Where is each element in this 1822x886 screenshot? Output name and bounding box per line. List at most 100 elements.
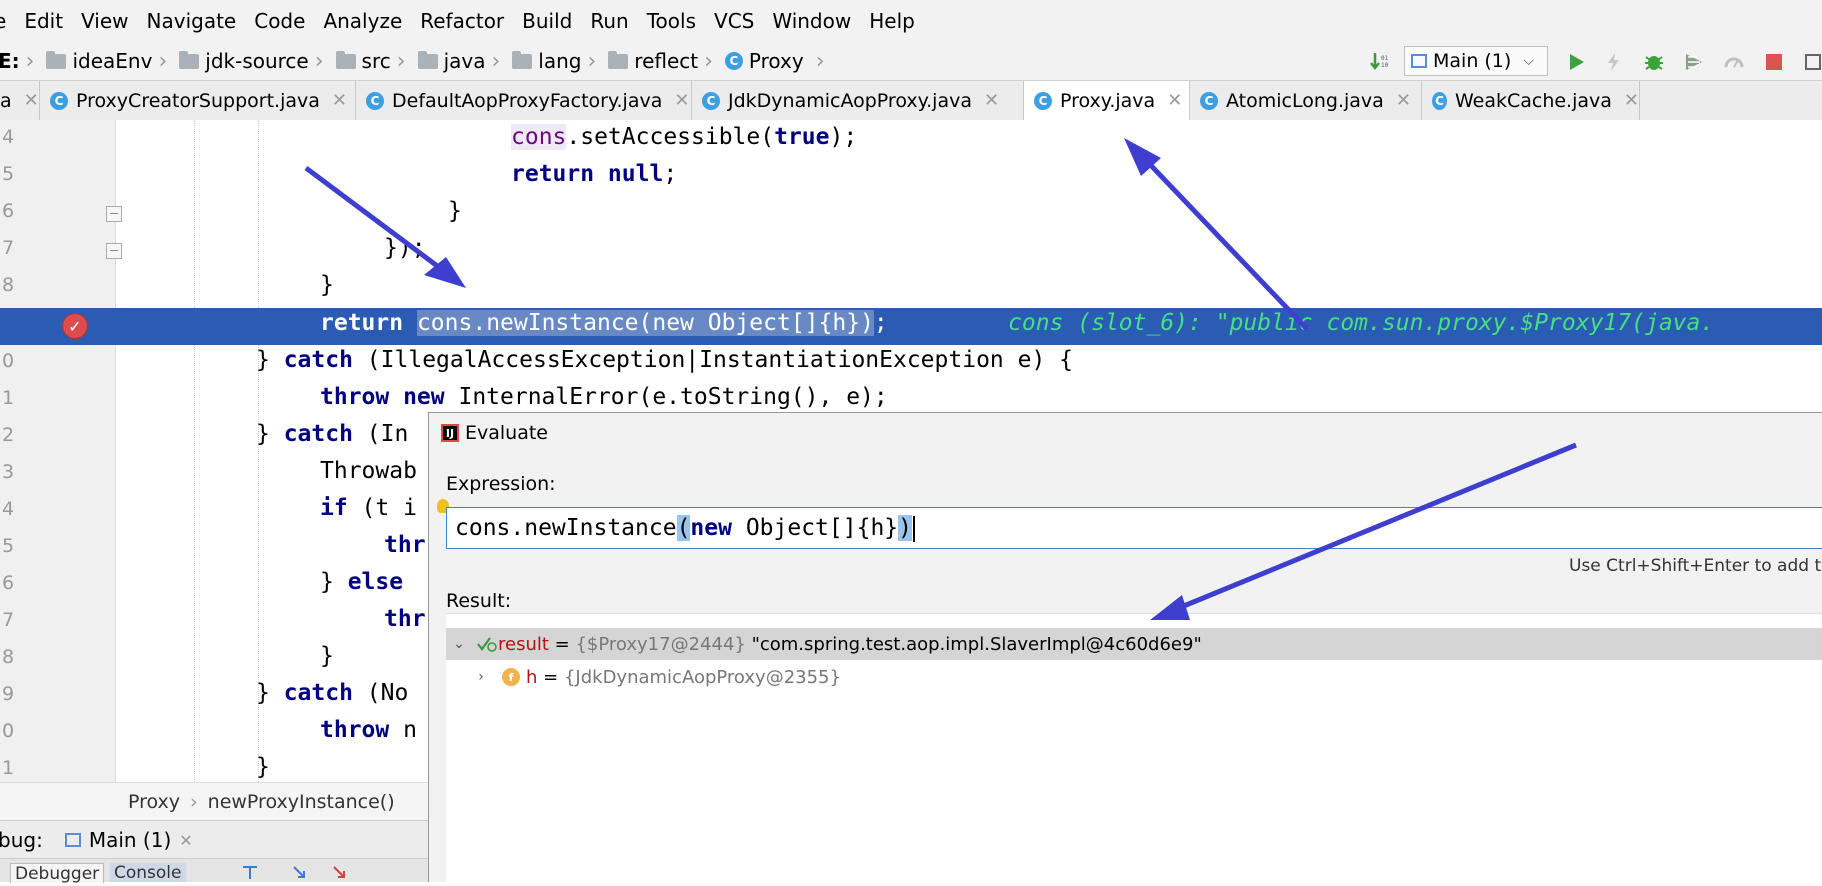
close-icon[interactable]: ✕ — [179, 831, 192, 850]
tab-jdk-dynamic-aop-proxy[interactable]: C JdkDynamicAopProxy.java ✕ — [692, 81, 1024, 120]
code-line: if (t i — [320, 495, 417, 521]
result-row[interactable]: ⌄ result = {$Proxy17@2444} "com.spring.t… — [446, 628, 1822, 660]
result-tree[interactable]: ⌄ result = {$Proxy17@2444} "com.spring.t… — [446, 613, 1822, 883]
tab-atomic-long[interactable]: C AtomicLong.java ✕ — [1190, 81, 1422, 120]
tab-weak-cache[interactable]: C WeakCache.java ✕ — [1422, 81, 1640, 120]
debug-session-label: Main (1) — [88, 828, 172, 852]
lightning-icon[interactable] — [1602, 50, 1626, 74]
code-line: } catch (IllegalAccessException|Instanti… — [256, 347, 1074, 373]
line-number: 1 — [2, 757, 15, 779]
tab-debugger[interactable]: Debugger — [10, 863, 105, 883]
field-icon: f — [502, 668, 520, 686]
debug-icon[interactable] — [1642, 50, 1666, 74]
breadcrumb-item[interactable]: lang — [538, 49, 581, 73]
line-number: 6 — [2, 572, 15, 594]
menu-run[interactable]: Run — [581, 9, 637, 33]
menu-tools[interactable]: Tools — [638, 9, 705, 33]
step-over-icon[interactable]: 01 10 — [1368, 50, 1392, 74]
code-line: }); — [384, 235, 426, 261]
force-step-into-icon[interactable] — [330, 863, 350, 882]
profile-icon[interactable] — [1722, 50, 1746, 74]
run-config-icon — [64, 833, 81, 847]
breadcrumb-item[interactable]: java — [444, 49, 486, 73]
evaluate-dialog: IJ Evaluate Expression: cons.newInstance… — [428, 412, 1822, 883]
close-icon[interactable]: ✕ — [24, 90, 39, 111]
breadcrumb-method[interactable]: newProxyInstance() — [208, 791, 395, 813]
breadcrumb-drive[interactable]: E: — [0, 49, 20, 73]
tab-default-aop-proxy-factory[interactable]: C DefaultAopProxyFactory.java ✕ — [356, 81, 692, 120]
close-icon[interactable]: ✕ — [984, 90, 999, 111]
code-line: } catch (No — [256, 680, 409, 706]
tab-label: DefaultAopProxyFactory.java — [392, 89, 663, 112]
menu-bar: e Edit View Navigate Code Analyze Refact… — [0, 0, 1822, 42]
line-number: 1 — [2, 387, 15, 409]
selected-expression: cons.newInstance(new Object[]{h}) — [416, 310, 874, 336]
class-icon: C — [1034, 91, 1052, 110]
breadcrumb-class[interactable]: Proxy — [128, 791, 180, 813]
dialog-title-bar[interactable]: IJ Evaluate — [429, 413, 1822, 453]
code-line: thr — [384, 532, 426, 558]
tab-console[interactable]: Console — [110, 863, 186, 882]
fold-marker-icon[interactable] — [106, 206, 122, 222]
code-line: throw n — [320, 717, 417, 743]
intellij-logo-icon: IJ — [441, 424, 459, 442]
evaluated-value-icon — [476, 635, 498, 653]
line-number: 9 — [2, 683, 15, 705]
folder-icon — [179, 50, 200, 69]
text-caret — [913, 515, 915, 542]
step-into-icon[interactable] — [290, 863, 310, 882]
run-configuration-select[interactable]: Main (1) ⌵ — [1404, 46, 1548, 76]
tab-proxy-creator-support[interactable]: C ProxyCreatorSupport.java ✕ — [40, 81, 356, 120]
close-icon[interactable]: ✕ — [1167, 90, 1182, 111]
code-line: } — [320, 643, 334, 669]
close-icon[interactable]: ✕ — [332, 90, 347, 111]
editor-gutter[interactable]: 4 5 6 7 8 9 0 1 2 3 4 5 6 7 8 9 0 1 — [0, 120, 116, 782]
menu-file[interactable]: e — [0, 9, 15, 33]
close-icon[interactable]: ✕ — [1396, 90, 1411, 111]
breakpoint-icon[interactable]: ✓ — [62, 313, 88, 339]
breadcrumb-item[interactable]: reflect — [634, 49, 698, 73]
menu-code[interactable]: Code — [245, 9, 314, 33]
folder-icon — [46, 50, 67, 69]
menu-help[interactable]: Help — [860, 9, 924, 33]
menu-build[interactable]: Build — [513, 9, 581, 33]
chevron-down-icon[interactable]: ⌄ — [452, 636, 466, 652]
chevron-right-icon[interactable]: › — [474, 669, 488, 685]
result-label: Result: — [446, 590, 512, 612]
fold-marker-icon[interactable] — [106, 243, 122, 259]
debug-session-tab[interactable]: Main (1) ✕ — [64, 828, 193, 852]
expression-input[interactable]: cons.newInstance(new Object[]{h}) — [446, 507, 1822, 549]
child-eq: = — [537, 666, 564, 688]
menu-view[interactable]: View — [72, 9, 137, 33]
debug-subtabs: Debugger Console — [0, 858, 428, 883]
breadcrumb-item[interactable]: ideaEnv — [72, 49, 152, 73]
tab-hidden-left[interactable]: a ✕ — [0, 81, 40, 120]
step-icon[interactable] — [240, 863, 260, 882]
breadcrumb-item[interactable]: jdk-source — [205, 49, 308, 73]
layout-icon[interactable] — [1802, 50, 1822, 74]
tab-proxy-java[interactable]: C Proxy.java ✕ — [1024, 81, 1190, 120]
line-number: 0 — [2, 350, 15, 372]
close-icon[interactable]: ✕ — [674, 90, 689, 111]
code-line: } — [320, 272, 334, 298]
run-icon[interactable] — [1564, 50, 1588, 74]
result-eq: = — [548, 633, 576, 655]
structure-breadcrumb: Proxy › newProxyInstance() — [0, 782, 428, 820]
code-line: return null; — [511, 161, 678, 187]
stop-icon[interactable] — [1762, 50, 1786, 74]
code-line: Throwab — [320, 458, 417, 484]
menu-window[interactable]: Window — [763, 9, 860, 33]
menu-refactor[interactable]: Refactor — [411, 9, 513, 33]
menu-edit[interactable]: Edit — [15, 9, 72, 33]
menu-navigate[interactable]: Navigate — [138, 9, 246, 33]
debug-label: bug: — [0, 828, 43, 852]
coverage-icon[interactable] — [1682, 50, 1706, 74]
menu-vcs[interactable]: VCS — [705, 9, 763, 33]
menu-analyze[interactable]: Analyze — [314, 9, 411, 33]
result-child-row[interactable]: › f h = {JdkDynamicAopProxy@2355} — [446, 661, 1822, 693]
breadcrumb-item[interactable]: src — [362, 49, 391, 73]
semicolon: ; — [873, 310, 888, 336]
add-watch-hint: Use Ctrl+Shift+Enter to add to — [1569, 556, 1822, 576]
close-icon[interactable]: ✕ — [1624, 90, 1639, 111]
breadcrumb-item[interactable]: Proxy — [749, 49, 804, 73]
